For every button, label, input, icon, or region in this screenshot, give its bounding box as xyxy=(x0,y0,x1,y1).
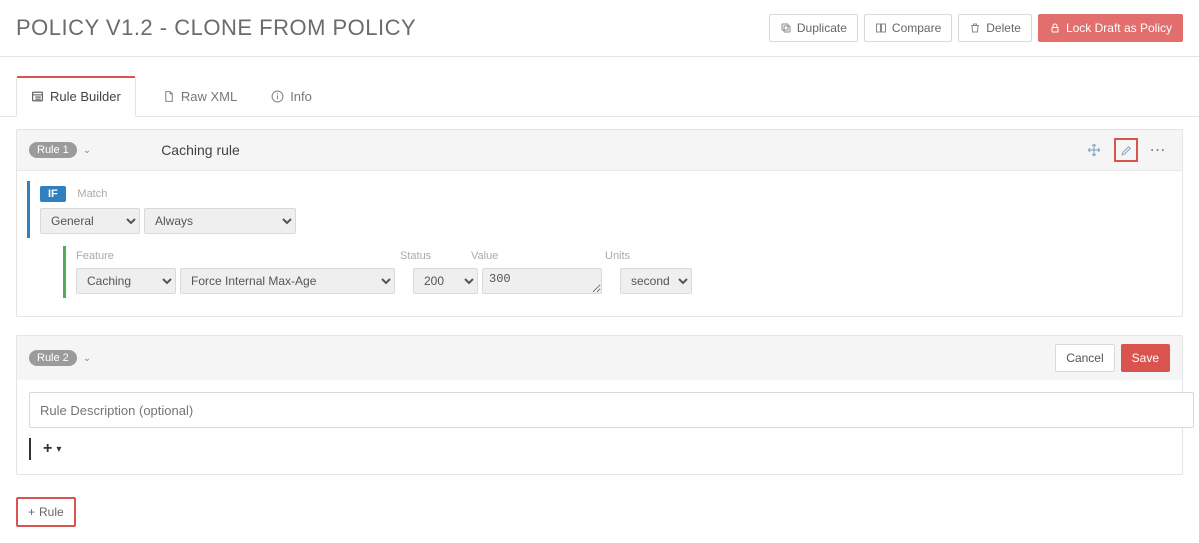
list-icon xyxy=(31,90,44,103)
more-icon[interactable]: ⋯ xyxy=(1146,138,1170,162)
rule1-actions: ⋯ xyxy=(1082,138,1170,162)
rule1-header: Rule 1 ⌄ Caching rule ⋯ xyxy=(17,130,1182,171)
lock-label: Lock Draft as Policy xyxy=(1066,21,1172,35)
chevron-down-icon[interactable]: ⌄ xyxy=(83,145,91,156)
rule2-actions: Cancel Save xyxy=(1055,344,1170,372)
page-header: POLICY V1.2 - CLONE FROM POLICY Duplicat… xyxy=(0,0,1199,57)
match-category-select[interactable]: General xyxy=(40,208,140,234)
add-condition-row: + ▾ xyxy=(17,428,1182,474)
tab-rule-builder[interactable]: Rule Builder xyxy=(16,77,136,117)
cancel-button[interactable]: Cancel xyxy=(1055,344,1114,372)
cancel-label: Cancel xyxy=(1066,351,1103,365)
units-label: Units xyxy=(605,250,677,262)
file-icon xyxy=(162,90,175,103)
value-label: Value xyxy=(471,250,601,262)
chevron-down-icon[interactable]: ⌄ xyxy=(83,353,91,364)
delete-button[interactable]: Delete xyxy=(958,14,1032,42)
duplicate-button[interactable]: Duplicate xyxy=(769,14,858,42)
duplicate-icon xyxy=(780,22,792,34)
info-icon xyxy=(271,90,284,103)
tabs: Rule Builder Raw XML Info xyxy=(0,77,1199,117)
edit-icon[interactable] xyxy=(1114,138,1138,162)
status-label: Status xyxy=(400,250,467,262)
lock-draft-button[interactable]: Lock Draft as Policy xyxy=(1038,14,1183,42)
compare-icon xyxy=(875,22,887,34)
rule1-title: Caching rule xyxy=(161,142,240,158)
units-select[interactable]: seconds xyxy=(620,268,692,294)
tab-raw-xml-label: Raw XML xyxy=(181,89,237,104)
feature-category-select[interactable]: Caching xyxy=(76,268,176,294)
compare-label: Compare xyxy=(892,21,941,35)
plus-icon[interactable]: + xyxy=(43,440,52,458)
move-icon[interactable] xyxy=(1082,138,1106,162)
rule2-badge: Rule 2 xyxy=(29,350,77,366)
rule-description-input[interactable] xyxy=(29,392,1194,428)
save-button[interactable]: Save xyxy=(1121,344,1170,372)
rule1-panel: Rule 1 ⌄ Caching rule ⋯ IF Match General… xyxy=(16,129,1183,317)
value-input[interactable] xyxy=(482,268,602,294)
plus-icon: + xyxy=(28,505,35,519)
rule2-panel: Rule 2 ⌄ Cancel Save + ▾ xyxy=(16,335,1183,475)
duplicate-label: Duplicate xyxy=(797,21,847,35)
match-label: Match xyxy=(77,188,107,200)
status-select[interactable]: 200 xyxy=(413,268,478,294)
add-rule-label: Rule xyxy=(39,505,64,519)
rule1-body: IF Match General Always Feature Status V… xyxy=(17,171,1182,316)
tab-info[interactable]: Info xyxy=(265,77,320,116)
lock-icon xyxy=(1049,22,1061,34)
compare-button[interactable]: Compare xyxy=(864,14,952,42)
vertical-bar-icon xyxy=(29,438,31,460)
feature-label: Feature xyxy=(76,250,396,262)
feature-name-select[interactable]: Force Internal Max-Age xyxy=(180,268,395,294)
feature-block: Feature Status Value Units Caching Force… xyxy=(63,246,1172,298)
match-condition-select[interactable]: Always xyxy=(144,208,296,234)
tab-rule-builder-label: Rule Builder xyxy=(50,89,121,104)
tab-raw-xml[interactable]: Raw XML xyxy=(156,77,245,116)
delete-label: Delete xyxy=(986,21,1021,35)
save-label: Save xyxy=(1132,351,1159,365)
caret-down-icon[interactable]: ▾ xyxy=(56,444,61,455)
tab-info-label: Info xyxy=(290,89,312,104)
if-badge: IF xyxy=(40,186,66,202)
rule1-badge: Rule 1 xyxy=(29,142,77,158)
header-actions: Duplicate Compare Delete Lock Draft as P… xyxy=(769,14,1183,42)
trash-icon xyxy=(969,22,981,34)
add-rule-button[interactable]: + Rule xyxy=(16,497,76,527)
rule2-header: Rule 2 ⌄ Cancel Save xyxy=(17,336,1182,380)
match-block: IF Match General Always xyxy=(27,181,1172,238)
page-title: POLICY V1.2 - CLONE FROM POLICY xyxy=(16,15,416,41)
